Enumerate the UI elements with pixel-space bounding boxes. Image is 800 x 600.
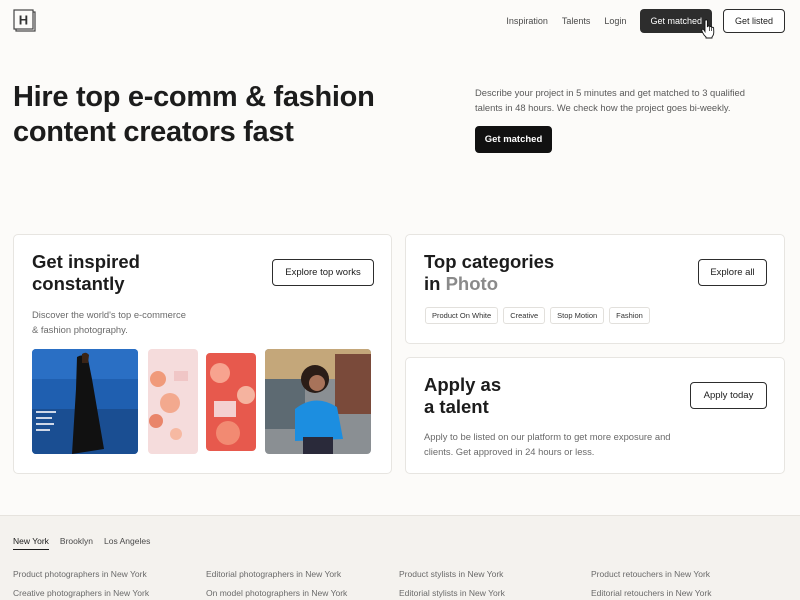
footer-links-col-4: Product retouchers in New York Editorial… bbox=[591, 569, 711, 600]
categories-title-line1: Top categories bbox=[424, 251, 555, 272]
category-chips: Product On White Creative Stop Motion Fa… bbox=[425, 307, 655, 324]
logo-icon[interactable]: H bbox=[13, 9, 37, 33]
nav-talents[interactable]: Talents bbox=[562, 16, 591, 26]
inspired-card: Get inspired constantly Explore top work… bbox=[13, 234, 392, 474]
hero-description: Describe your project in 5 minutes and g… bbox=[475, 87, 745, 113]
categories-title-line2: in Photo bbox=[424, 273, 554, 295]
logo-letter: H bbox=[19, 13, 28, 28]
hero-title-line2: content creators fast bbox=[13, 116, 294, 148]
footer-link[interactable]: Product retouchers in New York bbox=[591, 569, 711, 588]
inspired-description-line2: & fashion photography. bbox=[32, 324, 128, 335]
explore-all-button[interactable]: Explore all bbox=[698, 259, 767, 286]
chip-product-on-white[interactable]: Product On White bbox=[425, 307, 499, 324]
footer-link[interactable]: Product photographers in New York bbox=[13, 569, 149, 588]
footer-links-col-2: Editorial photographers in New York On m… bbox=[206, 569, 347, 600]
apply-title-line2: a talent bbox=[424, 396, 489, 417]
explore-top-works-button[interactable]: Explore top works bbox=[272, 259, 374, 286]
top-nav: Inspiration Talents Login Get matched Ge… bbox=[506, 9, 785, 33]
inspired-description-line1: Discover the world's top e-commerce bbox=[32, 309, 186, 320]
city-tab-new-york[interactable]: New York bbox=[13, 536, 49, 550]
fashion-photo-thumbnail[interactable] bbox=[32, 349, 138, 454]
inspired-title: Get inspired constantly bbox=[32, 251, 140, 295]
nav-inspiration[interactable]: Inspiration bbox=[506, 16, 548, 26]
apply-description: Apply to be listed on our platform to ge… bbox=[424, 431, 671, 457]
street-fashion-thumbnail[interactable] bbox=[265, 349, 371, 454]
footer-link[interactable]: Creative photographers in New York bbox=[13, 588, 149, 600]
apply-today-button[interactable]: Apply today bbox=[690, 382, 767, 409]
chip-creative[interactable]: Creative bbox=[503, 307, 546, 324]
chip-stop-motion[interactable]: Stop Motion bbox=[550, 307, 605, 324]
hero-title: Hire top e-comm & fashion content creato… bbox=[13, 80, 375, 150]
footer: New York Brooklyn Los Angeles Product ph… bbox=[0, 515, 800, 600]
footer-link[interactable]: Editorial photographers in New York bbox=[206, 569, 347, 588]
categories-title-prefix: in bbox=[424, 273, 441, 294]
chip-fashion[interactable]: Fashion bbox=[609, 307, 650, 324]
apply-title: Apply as a talent bbox=[424, 374, 501, 418]
city-tabs: New York Brooklyn Los Angeles bbox=[13, 536, 161, 550]
footer-links-col-1: Product photographers in New York Creati… bbox=[13, 569, 149, 600]
get-matched-hero-button[interactable]: Get matched bbox=[475, 126, 552, 153]
nav-login[interactable]: Login bbox=[604, 16, 626, 26]
footer-link[interactable]: Product stylists in New York bbox=[399, 569, 505, 588]
footer-links-col-3: Product stylists in New York Editorial s… bbox=[399, 569, 505, 600]
apply-card: Apply as a talent Apply today Apply to b… bbox=[405, 357, 785, 474]
product-photo-thumbnail-2[interactable] bbox=[206, 353, 256, 451]
top-categories-card: Top categories in Photo Explore all Prod… bbox=[405, 234, 785, 344]
footer-link[interactable]: On model photographers in New York bbox=[206, 588, 347, 600]
inspired-title-line2: constantly bbox=[32, 273, 125, 294]
inspired-title-line1: Get inspired bbox=[32, 251, 140, 272]
get-listed-button[interactable]: Get listed bbox=[722, 9, 785, 33]
hand-pointer-icon bbox=[701, 19, 715, 39]
footer-link[interactable]: Editorial stylists in New York bbox=[399, 588, 505, 600]
hero-title-line1: Hire top e-comm & fashion bbox=[13, 81, 375, 113]
city-tab-brooklyn[interactable]: Brooklyn bbox=[60, 536, 93, 550]
footer-link[interactable]: Editorial retouchers in New York bbox=[591, 588, 711, 600]
categories-title: Top categories in Photo bbox=[424, 251, 554, 295]
product-photo-thumbnail-1[interactable] bbox=[148, 349, 198, 454]
inspired-description: Discover the world's top e-commerce & fa… bbox=[32, 307, 232, 337]
apply-title-line1: Apply as bbox=[424, 374, 502, 395]
categories-title-highlight[interactable]: Photo bbox=[446, 273, 498, 294]
city-tab-los-angeles[interactable]: Los Angeles bbox=[104, 536, 150, 550]
